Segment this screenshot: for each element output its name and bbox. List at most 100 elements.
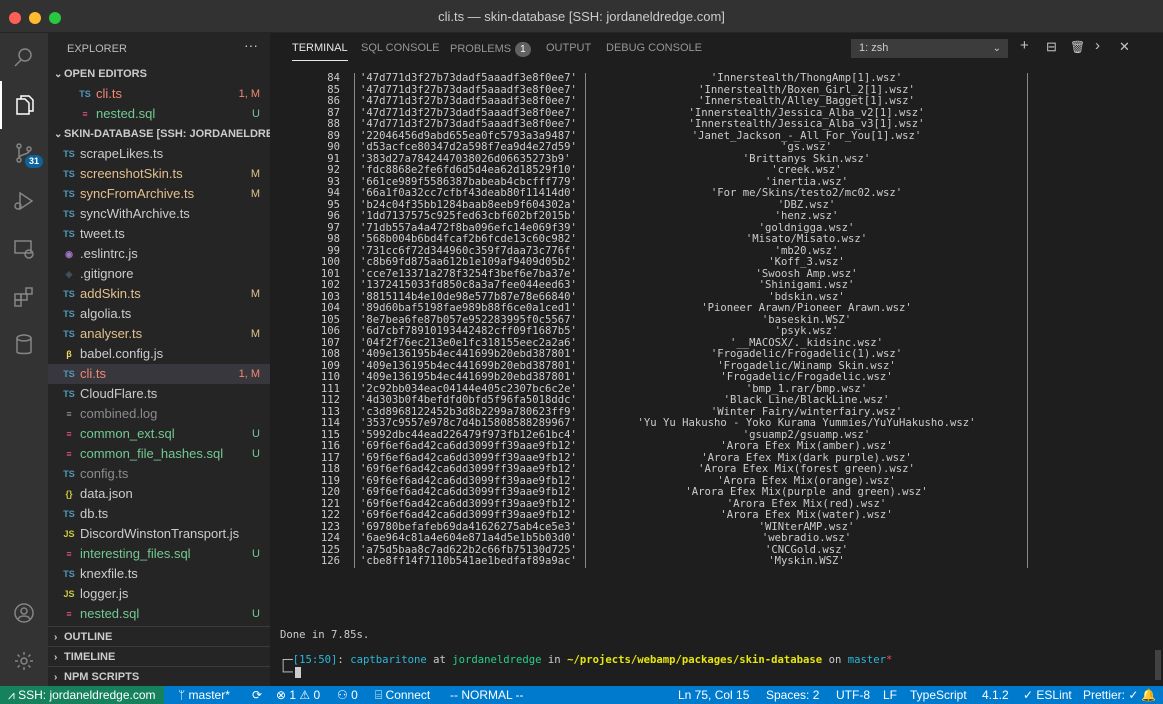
workspace-section[interactable]: ⌄ SKIN-DATABASE [SSH: JORDANELDRE... bbox=[48, 124, 270, 144]
file-md5-cell: 'd53acfce80347d2a598f7ea9d4e27d59' bbox=[360, 141, 577, 153]
table-row: 88 '47d771d3f27b73dadf5aaadf3e8f0ee7' 'Inn… bbox=[280, 118, 1150, 131]
settings-gear-icon[interactable] bbox=[0, 637, 48, 685]
vim-mode: -- NORMAL -- bbox=[450, 688, 524, 702]
terminal-scrollbar[interactable] bbox=[1155, 650, 1161, 680]
section-title: OPEN EDITORS bbox=[64, 68, 147, 80]
more-actions-button[interactable]: ··· bbox=[244, 37, 258, 53]
column-divider bbox=[1027, 234, 1028, 246]
terminal-select[interactable]: 1: zsh ⌄ bbox=[851, 39, 1008, 58]
file-item[interactable]: ≡ interesting_files.sql U bbox=[48, 544, 270, 564]
file-item[interactable]: ≡ nested.sql U bbox=[48, 104, 270, 124]
chevron-right-icon: › bbox=[54, 652, 58, 663]
file-item[interactable]: TS analyser.ts M bbox=[48, 324, 270, 344]
column-divider bbox=[1027, 107, 1028, 119]
tab-output[interactable]: OUTPUT bbox=[546, 42, 591, 54]
maximize-panel-icon[interactable]: › bbox=[1095, 37, 1100, 54]
tab-debug-console[interactable]: DEBUG CONSOLE bbox=[606, 42, 702, 54]
file-item[interactable]: β babel.config.js bbox=[48, 344, 270, 364]
problems-indicator[interactable]: ⊗ 1 ⚠ 0 bbox=[276, 686, 320, 704]
run-debug-icon[interactable] bbox=[0, 177, 48, 225]
file-item[interactable]: TS syncWithArchive.ts bbox=[48, 204, 270, 224]
file-item[interactable]: TS CloudFlare.ts bbox=[48, 384, 270, 404]
language-mode[interactable]: TypeScript bbox=[910, 686, 967, 704]
file-item[interactable]: TS cli.ts 1, M bbox=[48, 364, 270, 384]
timeline-section[interactable]: › TIMELINE bbox=[48, 646, 270, 666]
file-path-cell: 'Misato/Misato.wsz' bbox=[745, 233, 868, 245]
open-editors-section[interactable]: ⌄ OPEN EDITORS bbox=[48, 64, 270, 84]
file-item[interactable]: TS config.ts bbox=[48, 464, 270, 484]
column-divider bbox=[354, 360, 355, 372]
done-message: Done in 7.85s. bbox=[280, 629, 370, 641]
file-item[interactable]: TS screenshotSkin.ts M bbox=[48, 164, 270, 184]
file-path-cell: 'Frogadelic/Frogadelic(1).wsz' bbox=[710, 348, 903, 360]
source-control-icon[interactable]: 31 bbox=[0, 129, 48, 177]
kill-terminal-icon[interactable]: 🗑 bbox=[1070, 40, 1085, 54]
close-panel-icon[interactable]: ✕ bbox=[1119, 39, 1130, 55]
table-row: 102 '1372415033fd850c8a3a7fee044eed63' 'Sh… bbox=[280, 279, 1150, 292]
remote-indicator[interactable]: ⩘ SSH: jordaneldredge.com bbox=[0, 686, 164, 704]
eslint-status[interactable]: ✓ ESLint bbox=[1023, 686, 1072, 704]
column-divider bbox=[1027, 349, 1028, 361]
indentation[interactable]: Spaces: 2 bbox=[766, 686, 819, 704]
ports-indicator[interactable]: ⚇ 0 bbox=[337, 686, 358, 704]
file-item[interactable]: JS logger.js bbox=[48, 584, 270, 604]
account-icon[interactable] bbox=[0, 589, 48, 637]
ts-file-icon: TS bbox=[63, 389, 75, 399]
file-item[interactable]: TS addSkin.ts M bbox=[48, 284, 270, 304]
explorer-icon[interactable] bbox=[0, 81, 48, 129]
file-path-cell: 'Arora Efex Mix(forest green).wsz' bbox=[698, 463, 915, 475]
notifications-bell-icon[interactable]: 🔔 bbox=[1141, 686, 1156, 704]
git-status: 1, M bbox=[238, 368, 260, 380]
file-item[interactable]: TS tweet.ts bbox=[48, 224, 270, 244]
prettier-status[interactable]: Prettier: ✓ bbox=[1083, 686, 1138, 704]
file-item[interactable]: TS scrapeLikes.ts bbox=[48, 144, 270, 164]
file-path-cell: 'Arora Efex Mix(water).wsz' bbox=[720, 509, 893, 521]
encoding[interactable]: UTF-8 bbox=[836, 686, 870, 704]
column-divider bbox=[354, 153, 355, 165]
file-item[interactable]: ≡ nested.sql U bbox=[48, 604, 270, 624]
file-item[interactable]: TS db.ts bbox=[48, 504, 270, 524]
ts-version[interactable]: 4.1.2 bbox=[982, 686, 1009, 704]
sync-icon[interactable]: ⟳ bbox=[252, 686, 262, 704]
file-item[interactable]: ◉ .eslintrc.js bbox=[48, 244, 270, 264]
file-item[interactable]: ◈ .gitignore bbox=[48, 264, 270, 284]
tab-terminal[interactable]: TERMINAL bbox=[292, 42, 348, 61]
file-item[interactable]: TS cli.ts 1, M bbox=[48, 84, 270, 104]
file-item[interactable]: {} data.json bbox=[48, 484, 270, 504]
file-item[interactable]: TS knexfile.ts bbox=[48, 564, 270, 584]
table-row: 108 '409e136195b4ec441699b20ebd387801' 'Fr… bbox=[280, 348, 1150, 361]
column-divider bbox=[1027, 257, 1028, 269]
file-item[interactable]: JS DiscordWinstonTransport.js bbox=[48, 524, 270, 544]
column-divider bbox=[354, 245, 355, 257]
file-md5-cell: '568b004b6bd4fcaf2b6fcde13c60c982' bbox=[360, 233, 577, 245]
branch-indicator[interactable]: ᛘ master* bbox=[178, 686, 230, 704]
eslint-label: ESLint bbox=[1036, 688, 1072, 702]
file-item[interactable]: ≡ common_ext.sql U bbox=[48, 424, 270, 444]
row-number: 118 bbox=[320, 463, 340, 475]
prompt-input-line[interactable]: └─ bbox=[280, 667, 301, 679]
row-number: 100 bbox=[320, 256, 340, 268]
line-ending[interactable]: LF bbox=[883, 686, 897, 704]
prompt-on: on bbox=[822, 654, 848, 666]
tab-problems[interactable]: PROBLEMS 1 bbox=[450, 42, 531, 57]
database-icon[interactable] bbox=[0, 321, 48, 369]
outline-section[interactable]: › OUTLINE bbox=[48, 626, 270, 646]
npm-scripts-section[interactable]: › NPM SCRIPTS bbox=[48, 666, 270, 686]
file-name: scrapeLikes.ts bbox=[80, 146, 164, 161]
json-file-icon: {} bbox=[65, 489, 73, 499]
file-item[interactable]: TS syncFromArchive.ts M bbox=[48, 184, 270, 204]
cursor-position[interactable]: Ln 75, Col 15 bbox=[678, 686, 749, 704]
file-md5-cell: '69f6ef6ad42ca6dd3099ff39aae9fb12' bbox=[360, 440, 577, 452]
extensions-icon[interactable] bbox=[0, 273, 48, 321]
column-divider bbox=[354, 314, 355, 326]
split-terminal-icon[interactable]: ⊟ bbox=[1046, 39, 1057, 55]
connect-button[interactable]: ⌸ Connect bbox=[375, 686, 430, 704]
remote-explorer-icon[interactable] bbox=[0, 225, 48, 273]
new-terminal-icon[interactable]: + bbox=[1020, 37, 1029, 54]
column-divider bbox=[354, 475, 355, 487]
search-icon[interactable] bbox=[0, 33, 48, 81]
tab-sql-console[interactable]: SQL CONSOLE bbox=[361, 42, 439, 54]
file-item[interactable]: TS algolia.ts bbox=[48, 304, 270, 324]
file-item[interactable]: ≡ common_file_hashes.sql U bbox=[48, 444, 270, 464]
file-item[interactable]: ≡ combined.log bbox=[48, 404, 270, 424]
